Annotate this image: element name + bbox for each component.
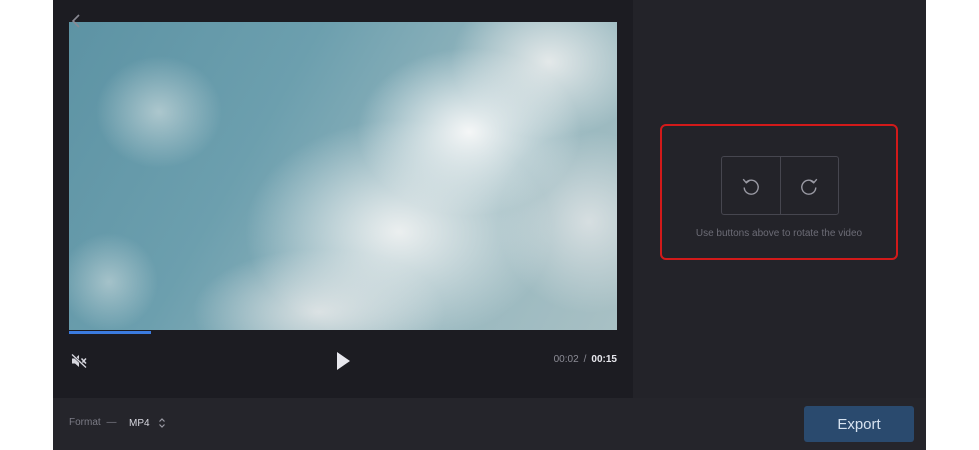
current-time: 00:02 bbox=[553, 354, 579, 365]
time-separator: / bbox=[583, 354, 587, 365]
chevron-left-icon bbox=[71, 14, 80, 28]
timecode: 00:02 / 00:15 bbox=[554, 354, 617, 365]
rotate-button-group bbox=[721, 156, 839, 215]
rotate-hint: Use buttons above to rotate the video bbox=[695, 228, 863, 239]
sort-arrows-icon bbox=[158, 418, 165, 428]
rotate-left-button[interactable] bbox=[722, 157, 780, 214]
video-frame bbox=[69, 22, 617, 330]
export-button[interactable]: Export bbox=[804, 406, 914, 442]
format-label: Format — bbox=[69, 417, 116, 428]
format-value: MP4 bbox=[129, 417, 150, 429]
rotate-ccw-icon bbox=[742, 178, 759, 195]
play-icon bbox=[337, 352, 350, 370]
export-footer: Format — MP4 Export bbox=[53, 398, 926, 450]
rotate-right-button[interactable] bbox=[779, 157, 839, 214]
format-label-text: Format bbox=[69, 417, 101, 428]
video-rotate-app: 00:02/00:15 Use buttons above to rotate … bbox=[53, 0, 926, 450]
total-time: 00:15 bbox=[591, 354, 617, 365]
format-select[interactable]: MP4 bbox=[129, 413, 166, 433]
speaker-muted-icon bbox=[70, 353, 88, 369]
back-button[interactable] bbox=[61, 6, 91, 36]
rotate-side-panel: Use buttons above to rotate the video bbox=[633, 0, 926, 398]
play-button[interactable] bbox=[330, 348, 356, 374]
rotate-controls-panel: Use buttons above to rotate the video bbox=[660, 124, 898, 260]
video-preview-pane: 00:02 / 00:15 bbox=[53, 0, 633, 398]
rotate-cw-icon bbox=[801, 178, 818, 195]
mute-button[interactable] bbox=[67, 349, 91, 373]
format-dash: — bbox=[106, 417, 117, 428]
playback-progress-bar[interactable] bbox=[69, 331, 617, 334]
playback-progress-fill bbox=[69, 331, 152, 334]
